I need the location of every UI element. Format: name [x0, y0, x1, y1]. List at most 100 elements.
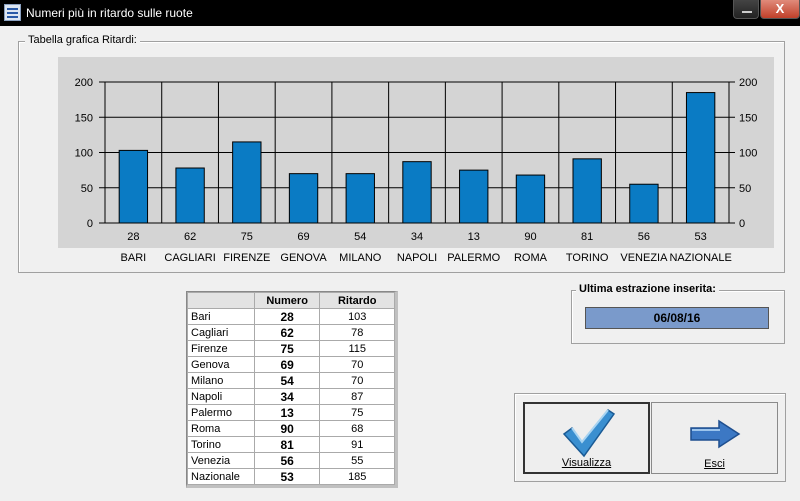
- x-category-label: PALERMO: [447, 252, 500, 264]
- numero-cell: 28: [253, 308, 321, 325]
- ritardo-cell: 91: [319, 436, 395, 453]
- table-row: Palermo 13 75: [187, 404, 395, 421]
- chart-bar: [685, 92, 716, 224]
- x-category-label: GENOVA: [280, 252, 327, 264]
- last-extraction-date: 06/08/16: [585, 307, 769, 329]
- chart-bar: [345, 173, 375, 224]
- ritardo-cell: 115: [319, 340, 395, 357]
- table-row: Genova 69 70: [187, 356, 395, 373]
- esci-button[interactable]: Esci: [651, 402, 778, 474]
- chart-bar: [515, 174, 546, 224]
- x-category-label: BARI: [121, 252, 147, 264]
- ritardo-cell: 70: [319, 356, 395, 373]
- bar-number-label: 56: [638, 231, 650, 243]
- bar-number-label: 53: [695, 231, 707, 243]
- chart-bar: [402, 161, 432, 224]
- numero-cell: 75: [253, 340, 321, 357]
- ritardo-cell: 68: [319, 420, 395, 437]
- ritardo-cell: 70: [319, 372, 395, 389]
- title-bar: Numeri più in ritardo sulle ruote X: [0, 0, 800, 26]
- ritardi-table-container: Numero Ritardo Bari 28 103 Cagliari 62 78 Fire…: [186, 291, 398, 488]
- y-tick-label-right: 100: [739, 148, 757, 160]
- numero-cell: 81: [253, 436, 321, 453]
- table-row: Torino 81 91: [187, 436, 395, 453]
- bar-number-label: 34: [411, 231, 423, 243]
- minimize-button[interactable]: [733, 0, 759, 19]
- header-numero: Numero: [253, 292, 321, 309]
- table-row: Venezia 56 55: [187, 452, 395, 469]
- table-row: Nazionale 53 185: [187, 468, 395, 485]
- chart-bar: [232, 141, 262, 224]
- table-row: Milano 54 70: [187, 372, 395, 389]
- ruota-cell: Venezia: [187, 452, 255, 469]
- bar-number-label: 62: [184, 231, 196, 243]
- ruota-cell: Bari: [187, 308, 255, 325]
- bar-number-label: 75: [241, 231, 253, 243]
- ritardo-cell: 185: [319, 468, 395, 485]
- ruota-cell: Firenze: [187, 340, 255, 357]
- ruota-cell: Genova: [187, 356, 255, 373]
- y-tick-label-left: 150: [75, 112, 93, 124]
- numero-cell: 13: [253, 404, 321, 421]
- close-button[interactable]: X: [760, 0, 800, 19]
- numero-cell: 54: [253, 372, 321, 389]
- y-tick-label-left: 50: [81, 183, 93, 195]
- x-category-label: NAZIONALE: [669, 252, 731, 264]
- ruota-cell: Milano: [187, 372, 255, 389]
- last-extraction-legend: Ultima estrazione inserita:: [576, 283, 719, 295]
- chart-group-legend: Tabella grafica Ritardi:: [25, 34, 140, 46]
- ruota-cell: Roma: [187, 420, 255, 437]
- numero-cell: 90: [253, 420, 321, 437]
- esci-label: Esci: [704, 458, 725, 470]
- chart-bar: [288, 173, 319, 224]
- arrow-right-icon: [690, 419, 741, 449]
- y-tick-label-right: 200: [739, 77, 757, 89]
- y-tick-label-left: 100: [75, 148, 93, 160]
- y-tick-label-right: 0: [739, 218, 745, 230]
- chart-bar: [175, 167, 205, 224]
- header-ritardo: Ritardo: [319, 292, 395, 309]
- table-header-row: Numero Ritardo: [187, 292, 395, 309]
- numero-cell: 34: [253, 388, 321, 405]
- chart-bar: [459, 169, 489, 224]
- x-category-label: ROMA: [514, 252, 548, 264]
- app-icon: [4, 4, 21, 21]
- ruota-cell: Napoli: [187, 388, 255, 405]
- y-tick-label-left: 0: [87, 218, 93, 230]
- x-category-label: CAGLIARI: [164, 252, 215, 264]
- ruota-cell: Torino: [187, 436, 255, 453]
- ritardi-bar-chart: 0 0 50 50 100 100 150 150 200 200 28 BARI 62 CAGLIARI…: [58, 57, 774, 264]
- bar-number-label: 90: [524, 231, 536, 243]
- numero-cell: 62: [253, 324, 321, 341]
- x-category-label: VENEZIA: [620, 252, 668, 264]
- numero-cell: 69: [253, 356, 321, 373]
- checkmark-icon: [562, 408, 616, 458]
- ritardo-cell: 55: [319, 452, 395, 469]
- x-category-label: FIRENZE: [223, 252, 270, 264]
- bar-number-label: 28: [127, 231, 139, 243]
- x-category-label: MILANO: [339, 252, 382, 264]
- ruota-cell: Palermo: [187, 404, 255, 421]
- y-tick-label-left: 200: [75, 77, 93, 89]
- ritardo-cell: 78: [319, 324, 395, 341]
- ruota-cell: Cagliari: [187, 324, 255, 341]
- visualizza-button[interactable]: Visualizza: [523, 402, 650, 474]
- header-corner: [187, 292, 255, 309]
- table-row: Cagliari 62 78: [187, 324, 395, 341]
- chart-bar: [572, 158, 602, 224]
- y-tick-label-right: 150: [739, 112, 757, 124]
- chart-bar: [118, 149, 149, 224]
- x-category-label: TORINO: [566, 252, 609, 264]
- bar-number-label: 13: [468, 231, 480, 243]
- ritardo-cell: 103: [319, 308, 395, 325]
- ruota-cell: Nazionale: [187, 468, 255, 485]
- ritardi-table: Numero Ritardo Bari 28 103 Cagliari 62 78 Fire…: [187, 292, 395, 485]
- table-row: Roma 90 68: [187, 420, 395, 437]
- chart-bar: [629, 183, 659, 224]
- visualizza-label: Visualizza: [561, 457, 612, 469]
- ritardo-cell: 87: [319, 388, 395, 405]
- window-title: Numeri più in ritardo sulle ruote: [26, 6, 193, 20]
- y-tick-label-right: 50: [739, 183, 751, 195]
- table-row: Bari 28 103: [187, 308, 395, 325]
- bar-number-label: 69: [297, 231, 309, 243]
